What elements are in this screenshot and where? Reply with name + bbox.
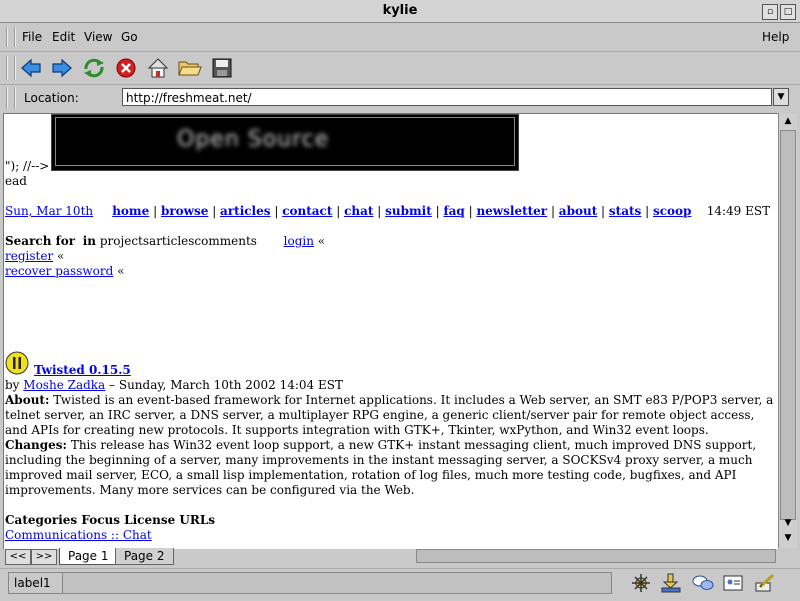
nav-row: Sun, Mar 10th home | browse | articles |… <box>5 204 771 218</box>
tab-page-2[interactable]: Page 2 <box>115 548 174 565</box>
url-dropdown-button[interactable]: ▼ <box>773 88 789 106</box>
scroll-up-icon[interactable]: ▲ <box>781 114 795 128</box>
status-bar: label1 <box>0 568 800 601</box>
open-folder-icon[interactable] <box>177 56 203 80</box>
chat-icon[interactable] <box>692 573 714 593</box>
about-label: About: <box>5 393 50 407</box>
reload-icon[interactable] <box>81 56 107 80</box>
by-text: by <box>5 378 20 392</box>
recover-password-link[interactable]: recover password <box>5 264 113 278</box>
location-bar: Location: http://freshmeat.net/ ▼ <box>0 85 800 111</box>
laquo-recover: « <box>117 264 125 278</box>
location-label: Location: <box>24 91 79 105</box>
page-viewport: Open Source "); //--> ead Sun, Mar 10th … <box>3 113 778 549</box>
search-options-text[interactable]: projectsarticlescomments <box>100 234 257 248</box>
menu-help[interactable]: Help <box>762 30 789 44</box>
status-message-field <box>62 572 612 594</box>
save-disk-icon[interactable] <box>209 56 235 80</box>
tab-prev-button[interactable]: << <box>5 549 31 565</box>
date-link[interactable]: Sun, Mar 10th <box>5 204 93 218</box>
recover-row: recover password « <box>5 264 124 278</box>
search-label: Search for <box>5 234 76 248</box>
scroll-down-2-icon[interactable]: ▼ <box>781 531 795 545</box>
home-icon[interactable] <box>145 56 171 80</box>
menu-view[interactable]: View <box>84 30 112 44</box>
back-arrow-icon[interactable] <box>18 56 44 80</box>
title-bar: kylie ▫ □ <box>0 0 800 23</box>
script-fragment-text: "); //--> <box>5 159 50 173</box>
window-title: kylie <box>382 3 418 18</box>
category-link[interactable]: Communications :: Chat <box>5 528 152 542</box>
toolbar-grip[interactable] <box>6 56 16 80</box>
nav-articles[interactable]: articles <box>220 204 270 218</box>
time-text: 14:49 EST <box>706 204 771 218</box>
url-input[interactable]: http://freshmeat.net/ <box>122 88 772 106</box>
laquo-register: « <box>57 249 65 263</box>
nav-faq[interactable]: faq <box>443 204 464 218</box>
author-link[interactable]: Moshe Zadka <box>23 378 105 392</box>
scroll-down-icon[interactable]: ▼ <box>781 516 795 530</box>
article-dateline: – Sunday, March 10th 2002 14:04 EST <box>109 378 343 392</box>
changes-paragraph: Changes: This release has Win32 event lo… <box>5 438 775 498</box>
locationbar-grip[interactable] <box>6 87 16 109</box>
search-row: Search for in projectsarticlescomments l… <box>5 234 325 248</box>
forward-arrow-icon[interactable] <box>49 56 75 80</box>
download-icon[interactable] <box>660 573 682 593</box>
register-link[interactable]: register <box>5 249 53 263</box>
nav-scoop[interactable]: scoop <box>653 204 691 218</box>
vertical-scrollbar[interactable]: ▲ ▼ ▼ <box>778 113 797 548</box>
about-paragraph: About: Twisted is an event-based framewo… <box>5 393 775 438</box>
article-title-link[interactable]: Twisted 0.15.5 <box>34 363 131 377</box>
tab-page-1[interactable]: Page 1 <box>59 548 118 565</box>
address-card-icon[interactable] <box>722 573 744 593</box>
ead-text: ead <box>5 174 27 188</box>
menu-file[interactable]: File <box>22 30 42 44</box>
horizontal-scrollbar[interactable] <box>416 549 776 563</box>
menu-bar: File Edit View Go Help <box>0 23 800 52</box>
laquo-login: « <box>317 234 326 248</box>
in-label: in <box>82 234 97 248</box>
nav-about[interactable]: about <box>559 204 597 218</box>
nav-browse[interactable]: browse <box>161 204 208 218</box>
menubar-grip[interactable] <box>6 27 16 47</box>
nav-newsletter[interactable]: newsletter <box>476 204 547 218</box>
banner-ad[interactable]: Open Source <box>51 114 519 171</box>
compose-icon[interactable] <box>754 573 776 593</box>
project-badge-icon <box>5 351 29 378</box>
nav-submit[interactable]: submit <box>385 204 432 218</box>
toolbar <box>0 52 800 85</box>
stop-icon[interactable] <box>113 56 139 80</box>
register-row: register « <box>5 249 64 263</box>
tab-next-button[interactable]: >> <box>31 549 57 565</box>
minimize-button[interactable]: ▫ <box>762 4 778 20</box>
status-label: label1 <box>8 572 65 594</box>
nav-chat[interactable]: chat <box>344 204 373 218</box>
scrollbar-thumb[interactable] <box>780 130 796 520</box>
nav-home[interactable]: home <box>112 204 149 218</box>
maximize-button[interactable]: □ <box>780 4 796 20</box>
banner-logo: Open Source <box>177 127 330 152</box>
menu-edit[interactable]: Edit <box>52 30 75 44</box>
categories-header: Categories Focus License URLs <box>5 513 216 527</box>
progress-gear-icon[interactable] <box>630 573 652 593</box>
nav-contact[interactable]: contact <box>282 204 332 218</box>
login-link[interactable]: login <box>284 234 314 248</box>
article-byline: by Moshe Zadka – Sunday, March 10th 2002… <box>5 378 343 392</box>
nav-stats[interactable]: stats <box>609 204 641 218</box>
menu-go[interactable]: Go <box>121 30 138 44</box>
changes-text: This release has Win32 event loop suppor… <box>5 438 757 497</box>
changes-label: Changes: <box>5 438 67 452</box>
about-text: Twisted is an event-based framework for … <box>5 393 774 437</box>
